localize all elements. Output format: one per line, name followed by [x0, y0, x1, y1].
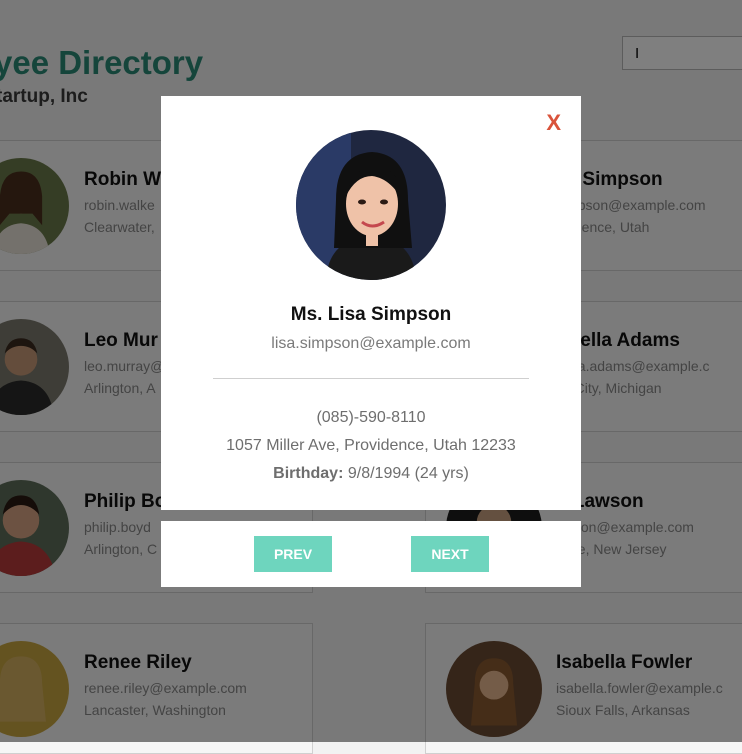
next-button[interactable]: NEXT [411, 536, 489, 572]
modal-address: 1057 Miller Ave, Providence, Utah 12233 [226, 437, 516, 454]
employee-modal: X Ms. Lisa Simpson lisa.simpson@example.… [161, 96, 581, 510]
close-button[interactable]: X [546, 110, 561, 136]
birthday-label: Birthday: [273, 465, 344, 482]
modal-employee-name: Ms. Lisa Simpson [290, 304, 452, 325]
prev-button[interactable]: PREV [254, 536, 332, 572]
modal-nav-bar: PREV NEXT [161, 521, 581, 587]
modal-phone: (085)-590-8110 [316, 409, 426, 426]
modal-divider [213, 378, 529, 379]
modal-birthday: Birthday: 9/8/1994 (24 yrs) [161, 465, 581, 483]
birthday-value: 9/8/1994 (24 yrs) [347, 465, 469, 482]
modal-avatar [296, 130, 446, 280]
modal-employee-email: lisa.simpson@example.com [271, 335, 471, 352]
